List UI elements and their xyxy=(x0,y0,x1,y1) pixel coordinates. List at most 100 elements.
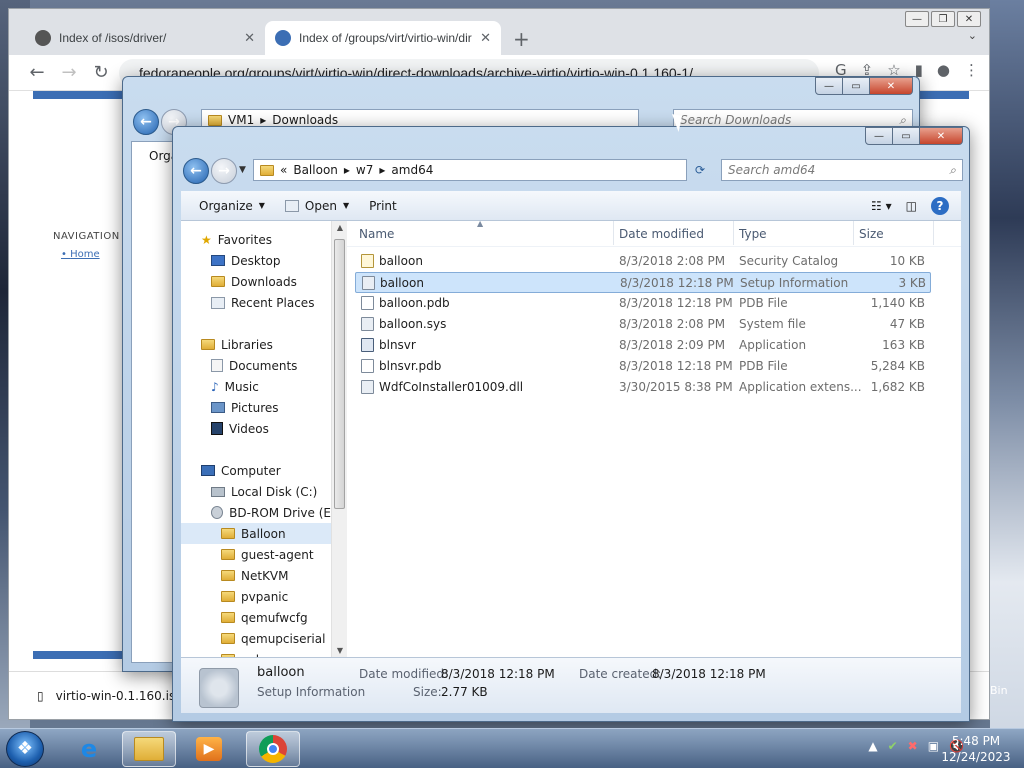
breadcrumb-downloads[interactable]: Downloads xyxy=(272,113,338,127)
nav-item-downloads[interactable]: Downloads xyxy=(181,271,331,292)
breadcrumb-amd64[interactable]: amd64 xyxy=(391,163,433,177)
close-icon[interactable]: ✕ xyxy=(480,30,491,46)
nav-item-pvpanic[interactable]: pvpanic xyxy=(181,586,331,607)
scroll-down-arrow-icon[interactable]: ▼ xyxy=(332,646,348,655)
open-button[interactable]: Open ▼ xyxy=(275,199,359,213)
nav-item-guest-agent[interactable]: guest-agent xyxy=(181,544,331,565)
nav-item-libraries[interactable]: Libraries xyxy=(181,334,331,355)
column-separator[interactable] xyxy=(853,221,854,245)
close-icon[interactable]: ✕ xyxy=(919,127,963,145)
organize-button[interactable]: Orga xyxy=(131,141,178,171)
nav-item-desktop[interactable]: Desktop xyxy=(181,250,331,271)
column-size[interactable]: Size xyxy=(859,227,884,241)
home-link-label[interactable]: Home xyxy=(70,249,100,260)
new-tab-button[interactable]: + xyxy=(513,27,530,51)
home-link[interactable]: • Home xyxy=(61,249,100,260)
action-center-icon[interactable]: ✔ xyxy=(888,739,898,753)
maximize-icon[interactable]: ▭ xyxy=(892,127,920,145)
back-arrow-icon[interactable]: ← xyxy=(21,62,53,83)
close-icon[interactable]: ✕ xyxy=(957,11,981,27)
file-row[interactable]: balloon.sys 8/3/2018 2:08 PM System file… xyxy=(355,314,931,335)
breadcrumb-vm1[interactable]: VM1 xyxy=(228,113,254,127)
nav-item-bd-rom[interactable]: BD-ROM Drive (E xyxy=(181,502,331,523)
tab-virtio-win[interactable]: Index of /groups/virt/virtio-win/direct-… xyxy=(265,21,501,55)
nav-item-qxl[interactable]: qxl xyxy=(181,649,331,657)
nav-item-videos[interactable]: Videos xyxy=(181,418,331,439)
nav-pane-scrollbar[interactable]: ▲ ▼ xyxy=(331,221,347,657)
nav-item-computer[interactable]: Computer xyxy=(181,460,331,481)
network-icon[interactable]: ✖ xyxy=(908,739,918,753)
nav-item-balloon[interactable]: Balloon xyxy=(181,523,331,544)
nav-item-documents[interactable]: Documents xyxy=(181,355,331,376)
maximize-icon[interactable]: ▭ xyxy=(842,77,870,95)
organize-button[interactable]: Organize ▼ xyxy=(181,199,275,213)
menu-icon[interactable]: ⋮ xyxy=(964,61,979,79)
file-row[interactable]: balloon.pdb 8/3/2018 12:18 PM PDB File 1… xyxy=(355,293,931,314)
search-icon[interactable]: ⌕ xyxy=(949,163,956,178)
back-arrow-icon[interactable]: ← xyxy=(133,109,159,135)
nav-item-music[interactable]: ♪ Music xyxy=(181,376,331,397)
minimize-icon[interactable]: — xyxy=(815,77,843,95)
column-separator[interactable] xyxy=(933,221,934,245)
print-button[interactable]: Print xyxy=(359,199,407,213)
refresh-icon[interactable]: ⟳ xyxy=(695,163,705,177)
file-row[interactable]: WdfCoInstaller01009.dll 3/30/2015 8:38 P… xyxy=(355,377,931,398)
reload-icon[interactable]: ↻ xyxy=(85,62,117,83)
sort-arrow-icon: ▲ xyxy=(477,219,484,228)
start-button[interactable] xyxy=(6,731,44,767)
chevron-down-icon[interactable]: ⌄ xyxy=(968,29,977,42)
taskbar-media-player[interactable]: ▶ xyxy=(182,731,236,767)
column-separator[interactable] xyxy=(613,221,614,245)
profile-icon[interactable]: ● xyxy=(937,61,950,79)
recent-pages-chevron-icon[interactable]: ▼ xyxy=(239,165,246,175)
close-icon[interactable]: ✕ xyxy=(869,77,913,95)
search-field[interactable]: Search amd64 ⌕ xyxy=(721,159,963,181)
recycle-bin-label[interactable]: Bin xyxy=(990,684,1008,697)
taskbar-internet-explorer[interactable]: e xyxy=(62,731,116,767)
forward-arrow-icon[interactable]: → xyxy=(211,158,237,184)
nav-item-favorites[interactable]: ★ Favorites xyxy=(181,229,331,250)
column-headers: Name ▲ Date modified Type Size xyxy=(347,219,961,247)
nav-label: pvpanic xyxy=(241,589,289,604)
tab-strip: Index of /isos/driver/ ✕ Index of /group… xyxy=(9,9,989,55)
nav-item-netkvm[interactable]: NetKVM xyxy=(181,565,331,586)
column-separator[interactable] xyxy=(733,221,734,245)
address-bar[interactable]: « Balloon ▸ w7 ▸ amd64 xyxy=(253,159,687,181)
file-type: Application xyxy=(739,338,807,352)
file-row[interactable]: blnsvr.pdb 8/3/2018 12:18 PM PDB File 5,… xyxy=(355,356,931,377)
breadcrumb-separator: ▸ xyxy=(343,163,350,177)
nav-item-qemupciserial[interactable]: qemupciserial xyxy=(181,628,331,649)
scrollbar-thumb[interactable] xyxy=(334,239,345,509)
minimize-icon[interactable]: — xyxy=(865,127,893,145)
breadcrumb-w7[interactable]: w7 xyxy=(356,163,373,177)
preview-pane-icon[interactable]: ◫ xyxy=(906,199,917,213)
taskbar-chrome[interactable] xyxy=(246,731,300,767)
help-icon[interactable]: ? xyxy=(931,196,949,215)
file-row[interactable]: blnsvr 8/3/2018 2:09 PM Application 163 … xyxy=(355,335,931,356)
taskbar-windows-explorer[interactable] xyxy=(122,731,176,767)
forward-arrow-icon[interactable]: → xyxy=(53,62,85,83)
details-pane: balloon Setup Information Date modified:… xyxy=(181,657,961,713)
nav-item-pictures[interactable]: Pictures xyxy=(181,397,331,418)
view-options-icon[interactable]: ☷ ▾ xyxy=(871,199,892,213)
close-icon[interactable]: ✕ xyxy=(244,30,255,46)
file-row[interactable]: balloon 8/3/2018 2:08 PM Security Catalo… xyxy=(355,251,931,272)
breadcrumb-balloon[interactable]: Balloon xyxy=(293,163,338,177)
show-hidden-icons-icon[interactable]: ▲ xyxy=(868,739,877,753)
breadcrumb-overflow[interactable]: « xyxy=(280,163,287,177)
scroll-up-arrow-icon[interactable]: ▲ xyxy=(332,223,348,232)
nav-item-local-disk[interactable]: Local Disk (C:) xyxy=(181,481,331,502)
column-date-modified[interactable]: Date modified xyxy=(619,227,704,241)
chevron-down-icon[interactable]: ▼ xyxy=(343,201,349,210)
tab-isos-driver[interactable]: Index of /isos/driver/ ✕ xyxy=(25,21,265,55)
column-type[interactable]: Type xyxy=(739,227,767,241)
taskbar-clock[interactable]: 5:48 PM 12/24/2023 xyxy=(934,733,1018,765)
column-name[interactable]: Name xyxy=(359,227,394,241)
back-arrow-icon[interactable]: ← xyxy=(183,158,209,184)
download-item[interactable]: virtio-win-0.1.160.iso xyxy=(56,689,183,703)
nav-item-recent-places[interactable]: Recent Places xyxy=(181,292,331,313)
file-row-selected[interactable]: balloon 8/3/2018 12:18 PM Setup Informat… xyxy=(355,272,931,293)
restore-icon[interactable]: ❐ xyxy=(931,11,955,27)
minimize-icon[interactable]: — xyxy=(905,11,929,27)
nav-item-qemufwcfg[interactable]: qemufwcfg xyxy=(181,607,331,628)
